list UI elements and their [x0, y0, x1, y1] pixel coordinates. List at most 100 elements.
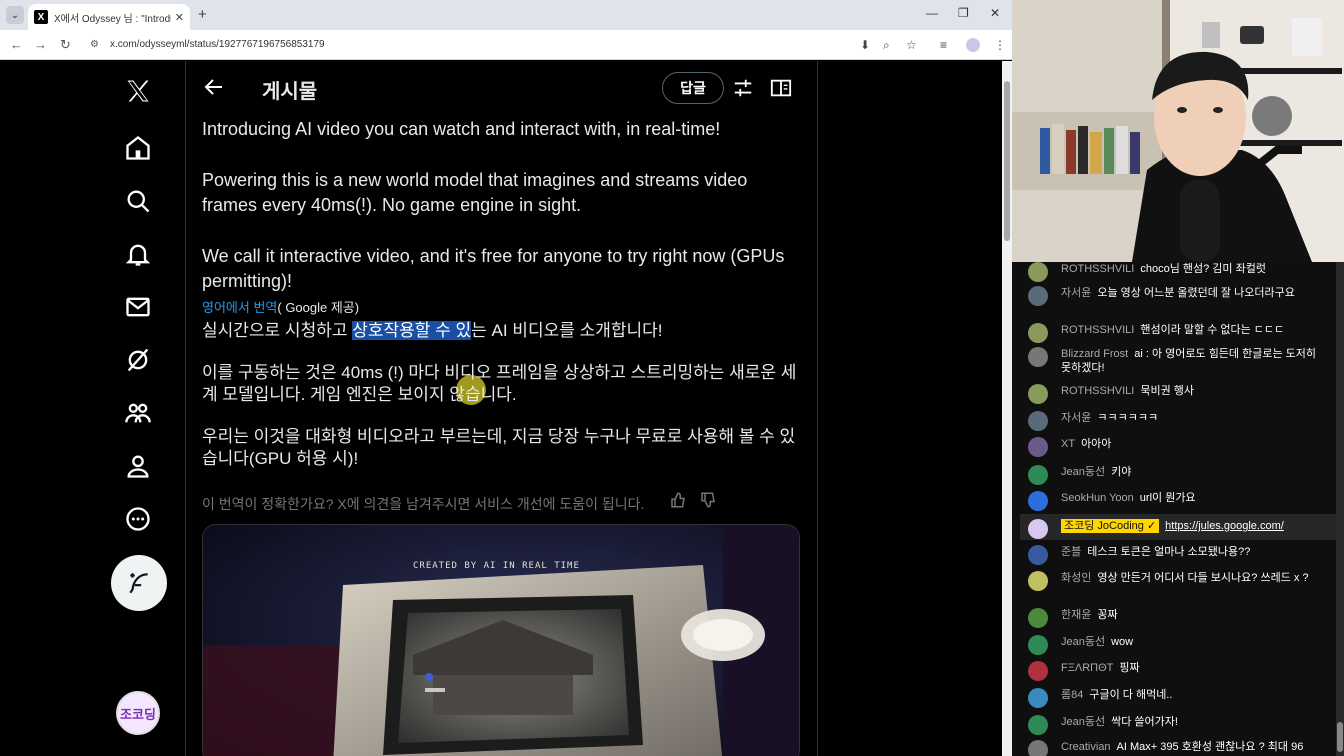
- thumbs-down-icon[interactable]: [699, 491, 717, 509]
- chat-link[interactable]: https://jules.google.com/: [1165, 520, 1284, 532]
- close-window-button[interactable]: ✕: [990, 6, 1000, 20]
- communities-icon[interactable]: [120, 395, 156, 431]
- chat-author[interactable]: ROTHSSHVILI: [1061, 324, 1134, 336]
- live-chat: ROTHSSHVILI choco님 핸섬? 김미 좌컬럿자서윤 오늘 영상 어느분…: [1012, 262, 1344, 756]
- messages-icon[interactable]: [120, 289, 156, 325]
- chat-author[interactable]: Jean동선: [1061, 636, 1105, 648]
- chat-author[interactable]: ROTHSSHVILI: [1061, 263, 1134, 275]
- chat-author[interactable]: FΞΛRΠΘT: [1061, 662, 1113, 674]
- chat-avatar[interactable]: [1028, 688, 1048, 708]
- chat-author[interactable]: SeokHun Yoon: [1061, 492, 1134, 504]
- chat-avatar[interactable]: [1028, 661, 1048, 681]
- translated-from-link[interactable]: 영어에서 번역: [202, 300, 277, 315]
- install-icon[interactable]: ⬇: [860, 38, 870, 52]
- url-input[interactable]: x.com/odysseyml/status/19277671967568531…: [110, 39, 325, 50]
- back-icon[interactable]: ←: [10, 37, 23, 52]
- chat-message-body: 조코딩 JoCoding ✓ https://jules.google.com/: [1061, 519, 1328, 533]
- more-icon[interactable]: [120, 501, 156, 537]
- tab-search-icon[interactable]: ⌄: [6, 6, 24, 24]
- chat-message: Jean동선 키야: [1028, 465, 1328, 485]
- chat-avatar[interactable]: [1028, 286, 1048, 306]
- chat-avatar[interactable]: [1028, 411, 1048, 431]
- chat-author[interactable]: Jean동선: [1061, 716, 1105, 728]
- chat-message: Jean동선 wow: [1028, 635, 1328, 655]
- notifications-icon[interactable]: [120, 236, 156, 272]
- translation-attribution: 영어에서 번역( Google 제공): [202, 297, 359, 316]
- chat-author[interactable]: Jean동선: [1061, 466, 1105, 478]
- chat-author[interactable]: 조코딩 JoCoding ✓: [1061, 519, 1160, 533]
- chat-message: 조코딩 JoCoding ✓ https://jules.google.com/: [1028, 519, 1328, 539]
- chat-author[interactable]: 자서윤: [1061, 412, 1091, 424]
- chat-avatar[interactable]: [1028, 384, 1048, 404]
- chat-message-body: ROTHSSHVILI choco님 핸섬? 김미 좌컬럿: [1061, 262, 1328, 276]
- chat-author[interactable]: 자서윤: [1061, 287, 1091, 299]
- bookmark-star-icon[interactable]: ☆: [906, 38, 917, 52]
- reading-list-icon[interactable]: ≡: [940, 38, 947, 52]
- chat-message: Creativian AI Max+ 395 호환성 괜찮나요 ? 최대 96: [1028, 740, 1328, 756]
- chat-message-body: 한재윤 꽁짜: [1061, 608, 1328, 622]
- reader-view-icon[interactable]: [770, 77, 792, 99]
- chat-author[interactable]: XT: [1061, 438, 1075, 450]
- chat-message: ROTHSSHVILI 핸섬이라 말할 수 없다는 ㄷㄷㄷ: [1028, 323, 1328, 343]
- chat-author[interactable]: 한재윤: [1061, 609, 1091, 621]
- home-icon[interactable]: [120, 130, 156, 166]
- chat-author[interactable]: ROTHSSHVILI: [1061, 385, 1134, 397]
- menu-kebab-icon[interactable]: ⋮: [994, 38, 1006, 52]
- chat-avatar[interactable]: [1028, 740, 1048, 756]
- chat-avatar[interactable]: [1028, 545, 1048, 565]
- chat-avatar[interactable]: [1028, 323, 1048, 343]
- chat-author[interactable]: 화성인: [1061, 572, 1091, 584]
- post-video-media[interactable]: CREATED BY AI IN REAL TIME: [202, 524, 800, 756]
- post-text-en-1: Introducing AI video you can watch and i…: [202, 119, 721, 139]
- chat-avatar[interactable]: [1028, 519, 1048, 539]
- page-title: 게시물: [262, 81, 318, 103]
- chat-text: 오늘 영상 어느분 올렸던데 잘 나오더라구요: [1097, 287, 1295, 299]
- chat-avatar[interactable]: [1028, 571, 1048, 591]
- chat-avatar[interactable]: [1028, 715, 1048, 735]
- filter-sliders-icon[interactable]: [732, 77, 754, 99]
- thumbs-up-icon[interactable]: [669, 491, 687, 509]
- grok-icon[interactable]: [120, 342, 156, 378]
- profile-avatar-icon[interactable]: [966, 38, 980, 52]
- account-avatar[interactable]: 조코딩: [116, 691, 160, 735]
- chat-avatar[interactable]: [1028, 608, 1048, 628]
- minimize-button[interactable]: —: [926, 6, 938, 20]
- x-logo-icon[interactable]: [120, 73, 156, 109]
- chat-avatar[interactable]: [1028, 635, 1048, 655]
- chat-avatar[interactable]: [1028, 262, 1048, 282]
- chat-message-body: FΞΛRΠΘT 핑짜: [1061, 661, 1328, 675]
- ko-text-before: 실시간으로 시청하고: [202, 321, 353, 340]
- reply-button[interactable]: 답글: [662, 72, 724, 104]
- post-text-en-3: We call it interactive video, and it's f…: [202, 246, 785, 291]
- chat-author[interactable]: 준블: [1061, 546, 1081, 558]
- tab-close-icon[interactable]: ✕: [175, 11, 184, 24]
- chat-scrollbar[interactable]: [1336, 262, 1344, 756]
- chat-message-body: 준블 테스크 토큰은 얼마나 소모됐나용??: [1061, 545, 1328, 559]
- chat-author[interactable]: Creativian: [1061, 741, 1111, 753]
- chat-author[interactable]: 롬84: [1061, 689, 1083, 701]
- restore-button[interactable]: ❐: [958, 6, 969, 20]
- site-info-icon[interactable]: ⚙: [90, 39, 99, 50]
- chat-avatar[interactable]: [1028, 465, 1048, 485]
- chat-author[interactable]: Blizzard Frost: [1061, 348, 1128, 360]
- scrollbar-thumb[interactable]: [1004, 81, 1010, 241]
- chat-scrollbar-thumb[interactable]: [1337, 722, 1343, 752]
- forward-icon[interactable]: →: [34, 37, 47, 52]
- chat-message-body: 자서윤 오늘 영상 어느분 올렸던데 잘 나오더라구요: [1061, 286, 1328, 300]
- chat-message-body: ROTHSSHVILI 묵비권 행사: [1061, 384, 1328, 398]
- zoom-icon[interactable]: ⌕: [883, 38, 890, 53]
- chat-avatar[interactable]: [1028, 491, 1048, 511]
- feather-icon: [129, 573, 148, 594]
- back-arrow-icon[interactable]: [202, 75, 226, 99]
- search-icon[interactable]: [120, 183, 156, 219]
- chat-avatar[interactable]: [1028, 437, 1048, 457]
- post-text-ko-3: 우리는 이것을 대화형 비디오라고 부르는데, 지금 당장 누구나 무료로 사용…: [202, 427, 796, 468]
- new-tab-button[interactable]: +: [198, 6, 207, 23]
- x-page: 조코딩 게시물 답글 Introducing AI video you can …: [0, 61, 1002, 756]
- profile-icon[interactable]: [120, 448, 156, 484]
- browser-tab[interactable]: X X에서 Odyssey 님 : "Introducing ✕: [28, 4, 190, 30]
- compose-post-button[interactable]: [111, 555, 167, 611]
- page-scrollbar[interactable]: [1002, 61, 1012, 756]
- reload-icon[interactable]: ↻: [60, 37, 71, 53]
- chat-avatar[interactable]: [1028, 347, 1048, 367]
